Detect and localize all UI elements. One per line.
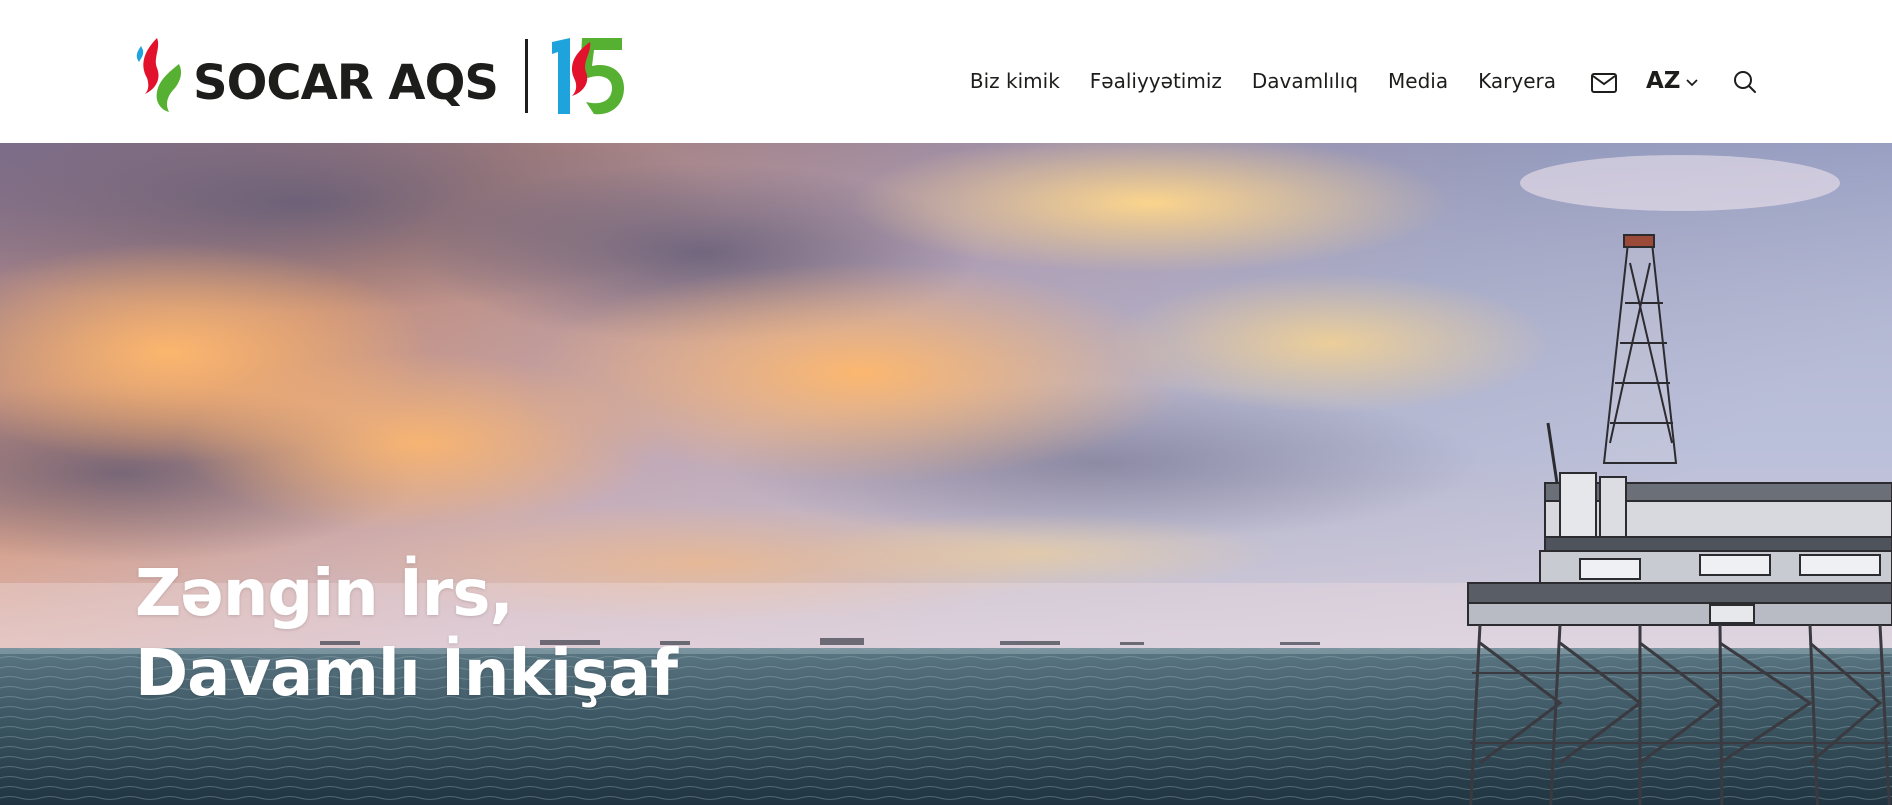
main-nav: Biz kimik Fəaliyyətimiz Davamlılıq Media… — [970, 69, 1556, 93]
chevron-down-icon — [1686, 78, 1699, 86]
home-logo-link[interactable]: SOCAR AQS — [135, 36, 626, 116]
search-icon[interactable] — [1733, 70, 1757, 94]
hero-title-line-1: Zəngin İrs, — [135, 557, 514, 631]
nav-item-fealiyyetimiz[interactable]: Fəaliyyətimiz — [1090, 69, 1222, 93]
nav-item-davamliliq[interactable]: Davamlılıq — [1252, 69, 1358, 93]
language-selector[interactable]: AZ — [1646, 68, 1699, 94]
language-label: AZ — [1646, 68, 1681, 94]
site-header: SOCAR AQS Biz kimik Fəaliyyətimiz Davaml… — [0, 0, 1892, 143]
nav-item-karyera[interactable]: Karyera — [1478, 69, 1556, 93]
hero-title: Zəngin İrs, Davamlı İnkişaf — [135, 554, 678, 714]
nav-item-media[interactable]: Media — [1388, 69, 1448, 93]
nav-item-biz-kimik[interactable]: Biz kimik — [970, 69, 1060, 93]
brand-name: SOCAR AQS — [193, 55, 499, 111]
anniversary-15-logo-icon — [551, 38, 624, 115]
logo-divider — [524, 39, 528, 113]
socar-flame-logo-icon — [136, 38, 182, 112]
hero-title-line-2: Davamlı İnkişaf — [135, 637, 678, 711]
mail-icon[interactable] — [1591, 73, 1617, 93]
hero-banner: Zəngin İrs, Davamlı İnkişaf — [0, 143, 1892, 805]
